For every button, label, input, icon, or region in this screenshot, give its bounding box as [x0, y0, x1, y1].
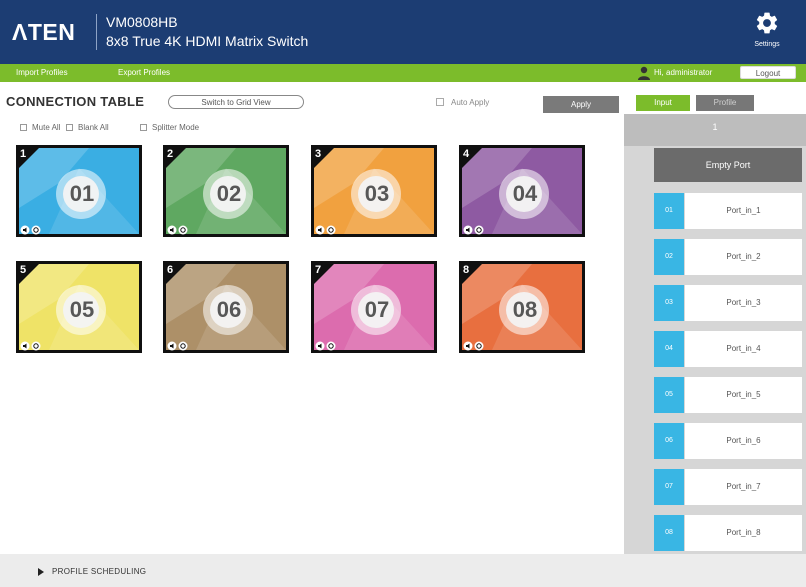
input-port-item[interactable]: 01 Port_in_1 [654, 193, 802, 229]
mute-all-checkbox[interactable] [20, 124, 27, 131]
output-label: 05 [69, 297, 95, 322]
tab-profile[interactable]: Profile [696, 95, 754, 111]
user-icon [638, 66, 650, 80]
tab-input[interactable]: Input [636, 95, 690, 111]
speaker-icon[interactable] [315, 225, 325, 235]
import-profiles-link[interactable]: Import Profiles [16, 68, 68, 77]
output-controls [315, 222, 337, 240]
port-number-badge: 02 [654, 239, 684, 275]
output-controls [20, 222, 42, 240]
speaker-icon[interactable] [20, 341, 30, 351]
blank-all-label: Blank All [78, 123, 109, 132]
port-name-label: Port_in_6 [685, 423, 802, 459]
output-label: 04 [512, 181, 538, 206]
input-port-item[interactable]: 07 Port_in_7 [654, 469, 802, 505]
blank-screen-icon[interactable] [326, 341, 336, 351]
port-name-label: Port_in_8 [685, 515, 802, 551]
output-index: 2 [167, 148, 174, 160]
settings-label[interactable]: Settings [744, 41, 790, 48]
expand-arrow-icon[interactable] [38, 568, 44, 576]
model-name: VM0808HB [106, 14, 178, 30]
output-index: 6 [167, 264, 174, 276]
blank-screen-icon[interactable] [474, 225, 484, 235]
profile-scheduling-toggle[interactable]: PROFILE SCHEDULING [52, 567, 146, 576]
splitter-mode-label: Splitter Mode [152, 123, 200, 132]
page-title: CONNECTION TABLE [6, 94, 145, 109]
output-index: 8 [463, 264, 470, 276]
port-name-label: Port_in_4 [685, 331, 802, 367]
gear-icon[interactable] [754, 10, 780, 36]
output-controls [463, 338, 485, 356]
speaker-icon[interactable] [167, 225, 177, 235]
logout-button[interactable]: Logout [740, 66, 796, 79]
output-controls [20, 338, 42, 356]
output-label: 07 [364, 297, 390, 322]
port-number-badge: 03 [654, 285, 684, 321]
port-number-badge: 08 [654, 515, 684, 551]
blank-screen-icon[interactable] [31, 225, 41, 235]
output-controls [315, 338, 337, 356]
port-name-label: Port_in_7 [685, 469, 802, 505]
switch-to-grid-view-button[interactable]: Switch to Grid View [168, 95, 304, 109]
auto-apply-label: Auto Apply [451, 98, 490, 107]
product-name: 8x8 True 4K HDMI Matrix Switch [106, 33, 309, 49]
output-label: 01 [69, 181, 95, 206]
mute-all-label: Mute All [32, 123, 61, 132]
input-port-item[interactable]: 03 Port_in_3 [654, 285, 802, 321]
output-index: 3 [315, 148, 322, 160]
port-name-label: Port_in_5 [685, 377, 802, 413]
input-port-item[interactable]: 06 Port_in_6 [654, 423, 802, 459]
speaker-icon[interactable] [463, 225, 473, 235]
speaker-icon[interactable] [20, 225, 30, 235]
input-port-item[interactable]: 08 Port_in_8 [654, 515, 802, 551]
blank-screen-icon[interactable] [178, 225, 188, 235]
user-greeting: Hi, administrator [654, 68, 713, 77]
export-profiles-link[interactable]: Export Profiles [118, 68, 170, 77]
blank-all-checkbox[interactable] [66, 124, 73, 131]
speaker-icon[interactable] [463, 341, 473, 351]
input-port-item[interactable]: 02 Port_in_2 [654, 239, 802, 275]
output-index: 4 [463, 148, 470, 160]
speaker-icon[interactable] [315, 341, 325, 351]
header-divider [96, 14, 97, 50]
port-name-label: Port_in_3 [685, 285, 802, 321]
port-number-badge: 06 [654, 423, 684, 459]
port-number-badge: 05 [654, 377, 684, 413]
blank-screen-icon[interactable] [326, 225, 336, 235]
input-port-item[interactable]: 05 Port_in_5 [654, 377, 802, 413]
blank-screen-icon[interactable] [178, 341, 188, 351]
output-index: 5 [20, 264, 27, 276]
selected-output-number: 1 [712, 122, 718, 132]
empty-port-button[interactable]: Empty Port [654, 148, 802, 182]
output-label: 08 [512, 297, 538, 322]
output-controls [167, 222, 189, 240]
output-index: 7 [315, 264, 322, 276]
apply-button[interactable]: Apply [543, 96, 619, 113]
output-label: 02 [216, 181, 242, 206]
output-controls [463, 222, 485, 240]
port-number-badge: 04 [654, 331, 684, 367]
port-number-badge: 01 [654, 193, 684, 229]
splitter-mode-checkbox[interactable] [140, 124, 147, 131]
output-label: 06 [216, 297, 242, 322]
port-name-label: Port_in_2 [685, 239, 802, 275]
port-number-badge: 07 [654, 469, 684, 505]
input-port-item[interactable]: 04 Port_in_4 [654, 331, 802, 367]
aten-logo: ΛTEN [12, 19, 76, 45]
output-controls [167, 338, 189, 356]
auto-apply-checkbox[interactable] [436, 98, 444, 106]
output-index: 1 [20, 148, 27, 160]
blank-screen-icon[interactable] [31, 341, 41, 351]
blank-screen-icon[interactable] [474, 341, 484, 351]
port-name-label: Port_in_1 [685, 193, 802, 229]
app-header [0, 0, 806, 64]
speaker-icon[interactable] [167, 341, 177, 351]
output-label: 03 [364, 181, 390, 206]
